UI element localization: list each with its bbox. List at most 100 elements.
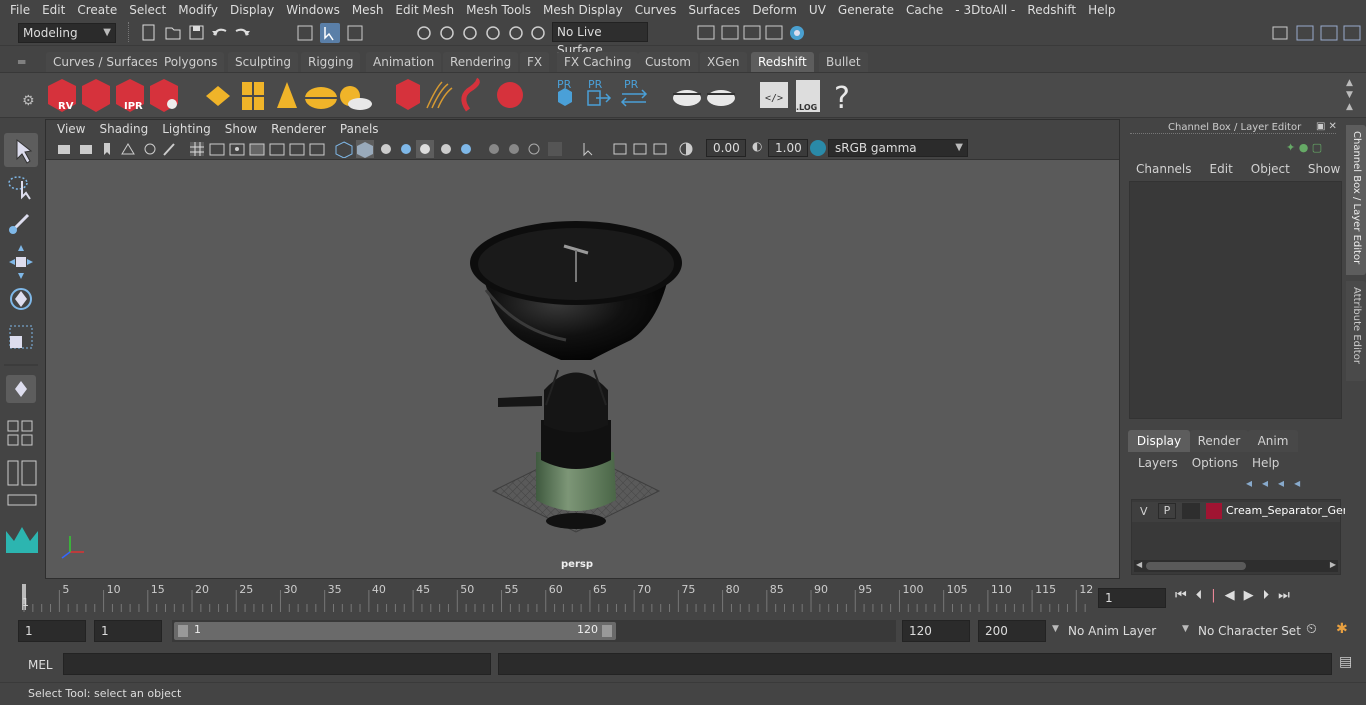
make-live-icon[interactable]	[531, 26, 545, 40]
channel-list[interactable]	[1129, 181, 1342, 419]
2d-pan-zoom-icon[interactable]	[144, 143, 156, 155]
playback-start-field[interactable]: 1	[94, 620, 162, 642]
gear-icon[interactable]: ⚙	[22, 93, 35, 109]
panel-window-controls[interactable]: ▣✕	[1316, 121, 1340, 132]
play-backwards-icon[interactable]: ◀	[1225, 588, 1244, 603]
select-object-icon[interactable]	[320, 23, 340, 43]
tab-sculpting[interactable]: Sculpting	[228, 52, 299, 72]
next-key-icon[interactable]: ⏵	[1263, 588, 1279, 603]
paint-select-tool-icon[interactable]	[9, 213, 30, 234]
chevron-left-icon[interactable]: ◀	[1136, 560, 1142, 569]
safe-title-icon[interactable]	[309, 143, 325, 156]
menu-3dtoall[interactable]: - 3DtoAll -	[949, 3, 1021, 17]
open-scene-icon[interactable]	[165, 27, 181, 40]
layer-tab-display[interactable]: Display	[1128, 430, 1190, 452]
script-editor-icon[interactable]: ▤	[1339, 654, 1352, 670]
redshift-ies-light-icon[interactable]	[305, 87, 337, 109]
tab-rigging[interactable]: Rigging	[301, 52, 361, 72]
snap-point-icon[interactable]	[463, 26, 477, 40]
menu-file[interactable]: File	[4, 3, 36, 17]
isolate-select-icon[interactable]	[548, 142, 562, 156]
wireframe-icon[interactable]	[335, 141, 353, 158]
redshift-curve-icon[interactable]	[461, 77, 480, 112]
grid-icon[interactable]	[190, 142, 204, 156]
lasso-tool-icon[interactable]	[8, 176, 31, 200]
redshift-sun-sky-icon[interactable]	[340, 86, 372, 110]
scrollbar-thumb[interactable]	[1146, 562, 1246, 570]
show-manipulator-icon[interactable]	[6, 375, 36, 403]
tab-custom[interactable]: Custom	[638, 52, 698, 72]
redshift-proxy-swap-icon[interactable]: PR	[620, 78, 648, 107]
menu-create[interactable]: Create	[71, 3, 123, 17]
lighting-icon[interactable]	[416, 140, 434, 158]
gamma-field[interactable]: 1.00	[768, 139, 808, 157]
channel-menu-show[interactable]: Show	[1308, 162, 1340, 176]
snap-curve-icon[interactable]	[440, 26, 454, 40]
layer-visibility-toggle[interactable]: V	[1140, 505, 1148, 518]
toggle-attribute-editor-icon[interactable]	[1296, 25, 1314, 41]
camera-attributes-icon[interactable]	[80, 145, 92, 154]
tab-fx[interactable]: FX	[520, 52, 550, 72]
menu-cache[interactable]: Cache	[900, 3, 949, 17]
hypershade-icon[interactable]	[790, 26, 804, 40]
layer-reference-toggle[interactable]	[1182, 503, 1200, 519]
redshift-log-icon[interactable]: .LOG	[796, 80, 820, 112]
mode-selector[interactable]: Modeling ▼	[18, 23, 116, 43]
tab-fx-caching[interactable]: FX Caching	[557, 52, 639, 72]
layer-menu-options[interactable]: Options	[1192, 456, 1238, 470]
rotate-tool-icon[interactable]	[10, 288, 32, 310]
redshift-help-icon[interactable]: ?	[834, 81, 850, 116]
move-tool-icon[interactable]	[9, 245, 33, 279]
menu-deform[interactable]: Deform	[746, 3, 803, 17]
chevron-down-icon[interactable]: ▼	[1182, 624, 1189, 634]
undo-icon[interactable]	[212, 28, 227, 36]
new-scene-icon[interactable]	[142, 24, 155, 41]
select-component-icon[interactable]	[347, 25, 363, 41]
image-plane-icon[interactable]	[121, 143, 135, 155]
redshift-material-icon[interactable]	[673, 90, 701, 106]
layer-playback-toggle[interactable]: P	[1158, 503, 1176, 519]
3d-scene[interactable]: persp	[46, 160, 1119, 578]
textured-icon[interactable]	[401, 144, 411, 154]
tab-animation[interactable]: Animation	[366, 52, 442, 72]
viewport-menu-view[interactable]: View	[50, 122, 92, 136]
playback-end-field[interactable]: 120	[902, 620, 970, 642]
play-forwards-icon[interactable]: ▶	[1244, 588, 1263, 603]
shadows-icon[interactable]	[441, 144, 451, 154]
menu-mesh[interactable]: Mesh	[346, 3, 390, 17]
grease-pencil-icon[interactable]	[163, 143, 175, 156]
redshift-sphere-icon[interactable]	[497, 82, 523, 108]
shelf-menu-icon[interactable]: ═	[18, 55, 38, 69]
redshift-script-editor-icon[interactable]: </>	[760, 82, 788, 108]
tab-curves-surfaces[interactable]: Curves / Surfaces	[46, 52, 166, 72]
motion-blur-icon[interactable]	[489, 144, 499, 154]
character-set-dropdown[interactable]: No Character Set	[1198, 624, 1301, 638]
redshift-area-light-icon[interactable]	[206, 86, 230, 106]
layer-hscrollbar[interactable]: ◀ ▶	[1134, 560, 1338, 572]
channel-menu-channels[interactable]: Channels	[1136, 162, 1192, 176]
field-chart-icon[interactable]	[269, 143, 285, 156]
current-frame-field[interactable]: 1	[1098, 588, 1166, 608]
tab-redshift[interactable]: Redshift	[751, 52, 814, 72]
step-forward-icon[interactable]: ⏭	[1278, 588, 1299, 603]
menu-mesh-tools[interactable]: Mesh Tools	[460, 3, 537, 17]
tab-rendering[interactable]: Rendering	[443, 52, 519, 72]
viewport-menu-renderer[interactable]: Renderer	[264, 122, 333, 136]
colorspace-dropdown[interactable]: sRGB gamma ▼	[828, 139, 968, 157]
exposure-icon[interactable]	[679, 142, 693, 156]
menu-surfaces[interactable]: Surfaces	[682, 3, 746, 17]
anim-layer-dropdown[interactable]: No Anim Layer	[1068, 624, 1156, 638]
ipr-render-icon[interactable]	[743, 25, 761, 40]
range-slider[interactable]: 1 120	[172, 620, 896, 642]
redshift-render-view-icon[interactable]: RV	[48, 79, 76, 112]
menu-display[interactable]: Display	[224, 3, 280, 17]
tab-channel-box[interactable]: Channel Box / Layer Editor	[1346, 125, 1366, 275]
snap-grid-icon[interactable]	[417, 26, 431, 40]
select-hierarchy-icon[interactable]	[297, 25, 313, 41]
viewport-menu-shading[interactable]: Shading	[92, 122, 155, 136]
redshift-proxy-export-icon[interactable]: PR	[557, 78, 572, 106]
redshift-volume-icon[interactable]	[396, 79, 420, 110]
command-input[interactable]	[63, 653, 491, 675]
redshift-portal-light-icon[interactable]	[242, 82, 264, 110]
channel-menu-object[interactable]: Object	[1251, 162, 1290, 176]
